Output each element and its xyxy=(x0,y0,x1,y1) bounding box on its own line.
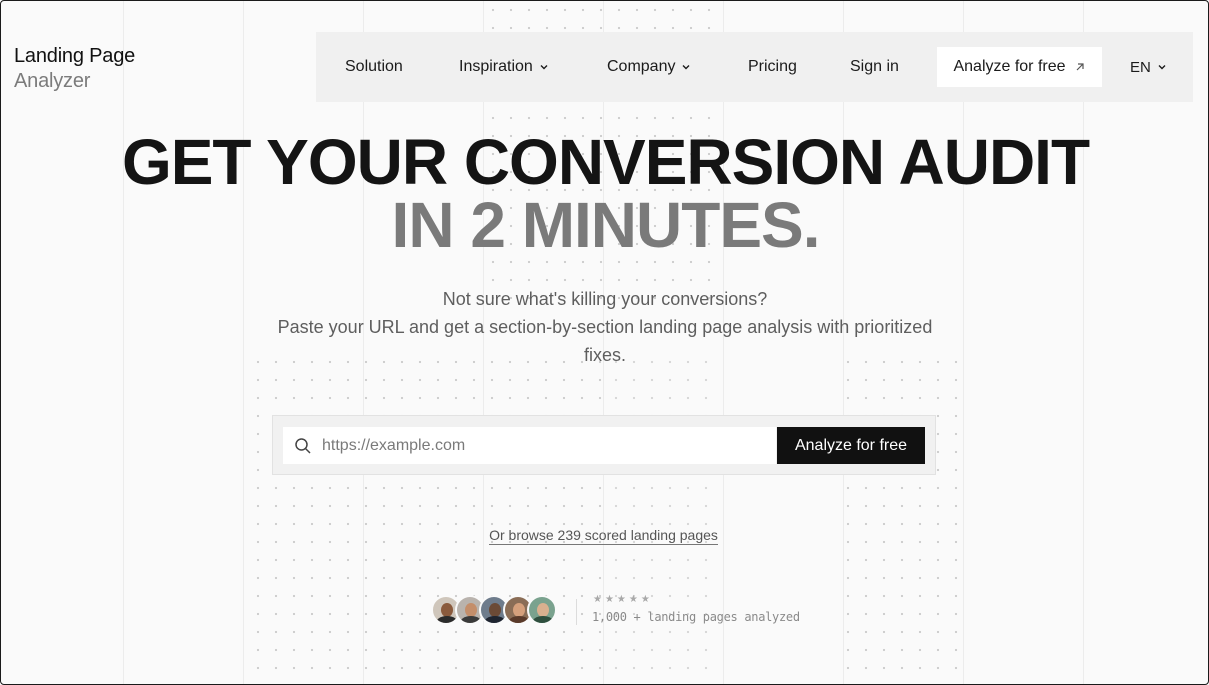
dot-pattern xyxy=(607,353,717,684)
rating-stars: ★★★★★ xyxy=(593,594,653,605)
top-navigation: Solution Inspiration Company Pricing Sig… xyxy=(316,32,1193,102)
browse-landing-pages-link[interactable]: Or browse 239 scored landing pages xyxy=(489,527,718,545)
pages-analyzed-count: 1,000 + landing pages analyzed xyxy=(592,610,800,624)
nav-analyze-button[interactable]: Analyze for free xyxy=(937,47,1102,87)
dot-pattern xyxy=(249,353,609,684)
language-selector[interactable]: EN xyxy=(1130,32,1167,102)
nav-item-label: Pricing xyxy=(748,58,797,75)
chevron-down-icon xyxy=(682,65,690,70)
nav-item-solution[interactable]: Solution xyxy=(345,32,403,102)
brand-line1: Landing Page xyxy=(14,45,136,67)
nav-item-label: Inspiration xyxy=(459,58,533,75)
nav-item-label: Solution xyxy=(345,58,403,75)
hero-title-line1: GET YOUR CONVERSION AUDIT xyxy=(121,126,1090,198)
hero-title-line2: IN 2 MINUTES. xyxy=(391,189,821,261)
browser-viewport: Landing Page Analyzer Solution Inspirati… xyxy=(0,0,1209,685)
brand-logo[interactable]: Landing Page Analyzer xyxy=(14,44,135,94)
nav-item-company[interactable]: Company xyxy=(607,32,691,102)
search-icon xyxy=(295,437,311,454)
url-input-wrapper[interactable] xyxy=(283,427,776,464)
arrow-up-right-icon xyxy=(1076,63,1084,71)
brand-line2: Analyzer xyxy=(14,70,91,92)
analyze-button[interactable]: Analyze for free xyxy=(777,427,925,464)
browse-link-wrapper: Or browse 239 scored landing pages xyxy=(1,527,1206,545)
grid-line xyxy=(963,1,964,684)
nav-cta-label: Analyze for free xyxy=(953,58,1066,75)
avatar xyxy=(527,595,557,625)
nav-item-signin[interactable]: Sign in xyxy=(850,32,899,102)
grid-line xyxy=(123,1,124,684)
nav-item-label: Company xyxy=(607,58,676,75)
url-search-form: Analyze for free xyxy=(272,415,936,475)
hero-subtitle-line1: Not sure what's killing your conversions… xyxy=(442,289,768,309)
hero-subtitle-line2: Paste your URL and get a section-by-sect… xyxy=(277,317,933,365)
nav-item-pricing[interactable]: Pricing xyxy=(748,32,797,102)
grid-line xyxy=(243,1,244,684)
language-label: EN xyxy=(1130,58,1151,76)
chevron-down-icon xyxy=(540,65,548,70)
nav-item-inspiration[interactable]: Inspiration xyxy=(459,32,549,102)
chevron-down-icon xyxy=(1158,65,1166,70)
hero-subtitle: Not sure what's killing your conversions… xyxy=(271,285,939,369)
social-proof-divider xyxy=(576,599,577,625)
grid-line xyxy=(1083,1,1084,684)
url-input[interactable] xyxy=(322,436,762,455)
nav-item-label: Sign in xyxy=(850,58,899,75)
dot-pattern xyxy=(839,353,959,684)
